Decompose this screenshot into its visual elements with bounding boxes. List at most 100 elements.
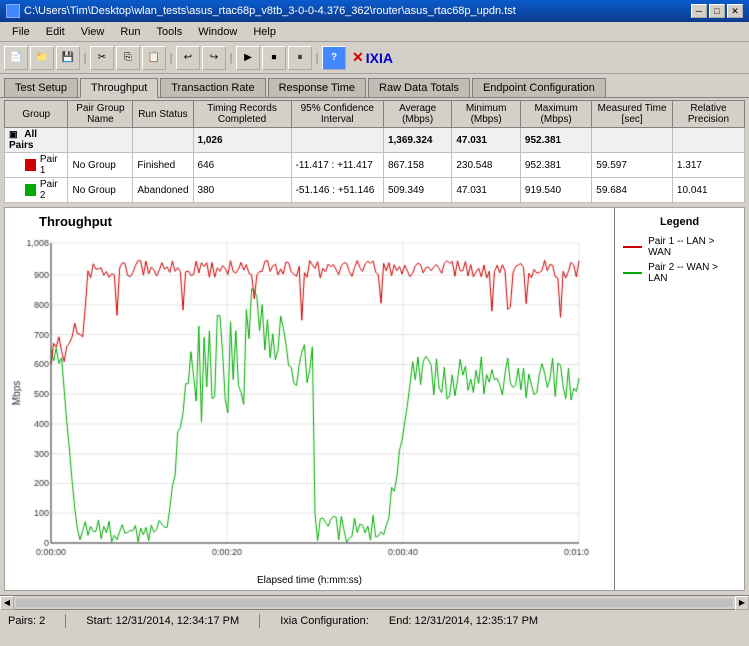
toolbar-redo[interactable]: ↪ xyxy=(202,46,226,70)
legend-line-pair1 xyxy=(623,246,642,248)
toolbar-new[interactable]: 📄 xyxy=(4,46,28,70)
pair2-run-status: Abandoned xyxy=(133,178,193,203)
menu-file[interactable]: File xyxy=(4,24,38,40)
close-button[interactable]: ✕ xyxy=(727,4,743,18)
ixia-brand: IXIA xyxy=(366,50,393,66)
pair1-run-status: Finished xyxy=(133,153,193,178)
all-pairs-average: 1,369.324 xyxy=(383,128,451,153)
toolbar-run[interactable]: ▶ xyxy=(236,46,260,70)
minimize-button[interactable]: ─ xyxy=(691,4,707,18)
chart-left-panel: Throughput Elapsed time (h:mm:ss) xyxy=(5,208,614,590)
pair1-precision: 1.317 xyxy=(672,153,744,178)
menu-window[interactable]: Window xyxy=(190,24,245,40)
col-header-group: Group xyxy=(5,101,68,128)
pair2-label: Pair 2 xyxy=(40,179,64,201)
pair2-maximum: 919.540 xyxy=(520,178,591,203)
pair2-precision: 10.041 xyxy=(672,178,744,203)
all-pairs-minimum: 47.031 xyxy=(452,128,521,153)
all-pairs-group-name xyxy=(68,128,133,153)
col-header-minimum: Minimum (Mbps) xyxy=(452,101,521,128)
toolbar: 📄 📁 💾 | ✂ ⎘ 📋 | ↩ ↪ | ▶ ⏹ ⏸ | ? ✕ IXIA xyxy=(0,42,749,74)
pair1-records: 646 xyxy=(193,153,291,178)
status-sep1 xyxy=(65,614,66,628)
pair1-group-name: No Group xyxy=(68,153,133,178)
all-pairs-records: 1,026 xyxy=(193,128,291,153)
chart-area: Throughput Elapsed time (h:mm:ss) Legend… xyxy=(4,207,745,591)
scroll-left-button[interactable]: ◀ xyxy=(0,596,14,610)
pair2-average: 509.349 xyxy=(383,178,451,203)
status-start: Start: 12/31/2014, 12:34:17 PM xyxy=(86,615,239,627)
menu-view[interactable]: View xyxy=(73,24,113,40)
scroll-right-button[interactable]: ▶ xyxy=(735,596,749,610)
title-bar-left: C:\Users\Tim\Desktop\wlan_tests\asus_rta… xyxy=(6,4,516,18)
status-bar: Pairs: 2 Start: 12/31/2014, 12:34:17 PM … xyxy=(0,609,749,631)
maximize-button[interactable]: □ xyxy=(709,4,725,18)
tab-test-setup[interactable]: Test Setup xyxy=(4,78,78,97)
throughput-canvas xyxy=(9,233,589,573)
toolbar-copy[interactable]: ⎘ xyxy=(116,46,140,70)
results-table: Group Pair Group Name Run Status Timing … xyxy=(4,100,745,203)
table-row: ▣ All Pairs 1,026 1,369.324 47.031 952.3… xyxy=(5,128,745,153)
expand-icon[interactable]: ▣ xyxy=(9,129,18,139)
toolbar-sep4: | xyxy=(314,46,320,70)
toolbar-open[interactable]: 📁 xyxy=(30,46,54,70)
tab-bar: Test Setup Throughput Transaction Rate R… xyxy=(0,74,749,98)
table-row: Pair 2 No Group Abandoned 380 -51.146 : … xyxy=(5,178,745,203)
status-ixia-config: Ixia Configuration: xyxy=(280,615,369,627)
table-row: Pair 1 No Group Finished 646 -11.417 : +… xyxy=(5,153,745,178)
legend-item-pair1: Pair 1 -- LAN > WAN xyxy=(623,236,736,258)
tab-endpoint-configuration[interactable]: Endpoint Configuration xyxy=(472,78,606,97)
pair2-measured: 59.684 xyxy=(592,178,673,203)
title-bar-text: C:\Users\Tim\Desktop\wlan_tests\asus_rta… xyxy=(24,5,516,17)
toolbar-pause[interactable]: ⏸ xyxy=(288,46,312,70)
toolbar-stop[interactable]: ⏹ xyxy=(262,46,286,70)
menu-tools[interactable]: Tools xyxy=(149,24,191,40)
group-all-pairs-cell: ▣ All Pairs xyxy=(5,128,68,153)
ixia-x-mark: ✕ xyxy=(352,49,364,66)
pair1-measured: 59.597 xyxy=(592,153,673,178)
toolbar-sep2: | xyxy=(168,46,174,70)
legend-line-pair2 xyxy=(623,272,642,274)
pair1-average: 867.158 xyxy=(383,153,451,178)
tab-response-time[interactable]: Response Time xyxy=(268,78,366,97)
toolbar-sep3: | xyxy=(228,46,234,70)
horizontal-scrollbar[interactable]: ◀ ▶ xyxy=(0,595,749,609)
pair1-confidence: -11.417 : +11.417 xyxy=(291,153,383,178)
col-header-maximum: Maximum (Mbps) xyxy=(520,101,591,128)
toolbar-info[interactable]: ? xyxy=(322,46,346,70)
menu-edit[interactable]: Edit xyxy=(38,24,73,40)
col-header-records: Timing Records Completed xyxy=(193,101,291,128)
title-bar-buttons: ─ □ ✕ xyxy=(691,4,743,18)
tab-transaction-rate[interactable]: Transaction Rate xyxy=(160,78,265,97)
chart-title: Throughput xyxy=(39,214,610,229)
legend-title: Legend xyxy=(623,216,736,228)
toolbar-cut[interactable]: ✂ xyxy=(90,46,114,70)
tab-raw-data-totals[interactable]: Raw Data Totals xyxy=(368,78,470,97)
col-header-measured: Measured Time [sec] xyxy=(592,101,673,128)
toolbar-undo[interactable]: ↩ xyxy=(176,46,200,70)
pair2-minimum: 47.031 xyxy=(452,178,521,203)
pair2-confidence: -51.146 : +51.146 xyxy=(291,178,383,203)
menu-help[interactable]: Help xyxy=(245,24,284,40)
pair2-records: 380 xyxy=(193,178,291,203)
status-end: End: 12/31/2014, 12:35:17 PM xyxy=(389,615,538,627)
pair1-minimum: 230.548 xyxy=(452,153,521,178)
ixia-logo: ✕ IXIA xyxy=(352,49,393,66)
menu-run[interactable]: Run xyxy=(112,24,148,40)
legend-label-pair2: Pair 2 -- WAN > LAN xyxy=(648,262,736,284)
pair1-group-cell: Pair 1 xyxy=(5,153,68,178)
scroll-track xyxy=(16,599,733,607)
status-pairs: Pairs: 2 xyxy=(8,615,45,627)
toolbar-paste[interactable]: 📋 xyxy=(142,46,166,70)
toolbar-save[interactable]: 💾 xyxy=(56,46,80,70)
app-icon xyxy=(6,4,20,18)
all-pairs-measured xyxy=(592,128,673,153)
all-pairs-run-status xyxy=(133,128,193,153)
legend-label-pair1: Pair 1 -- LAN > WAN xyxy=(648,236,736,258)
title-bar: C:\Users\Tim\Desktop\wlan_tests\asus_rta… xyxy=(0,0,749,22)
tab-throughput[interactable]: Throughput xyxy=(80,78,158,98)
menu-bar: File Edit View Run Tools Window Help xyxy=(0,22,749,42)
all-pairs-precision xyxy=(672,128,744,153)
col-header-average: Average (Mbps) xyxy=(383,101,451,128)
col-header-run-status: Run Status xyxy=(133,101,193,128)
